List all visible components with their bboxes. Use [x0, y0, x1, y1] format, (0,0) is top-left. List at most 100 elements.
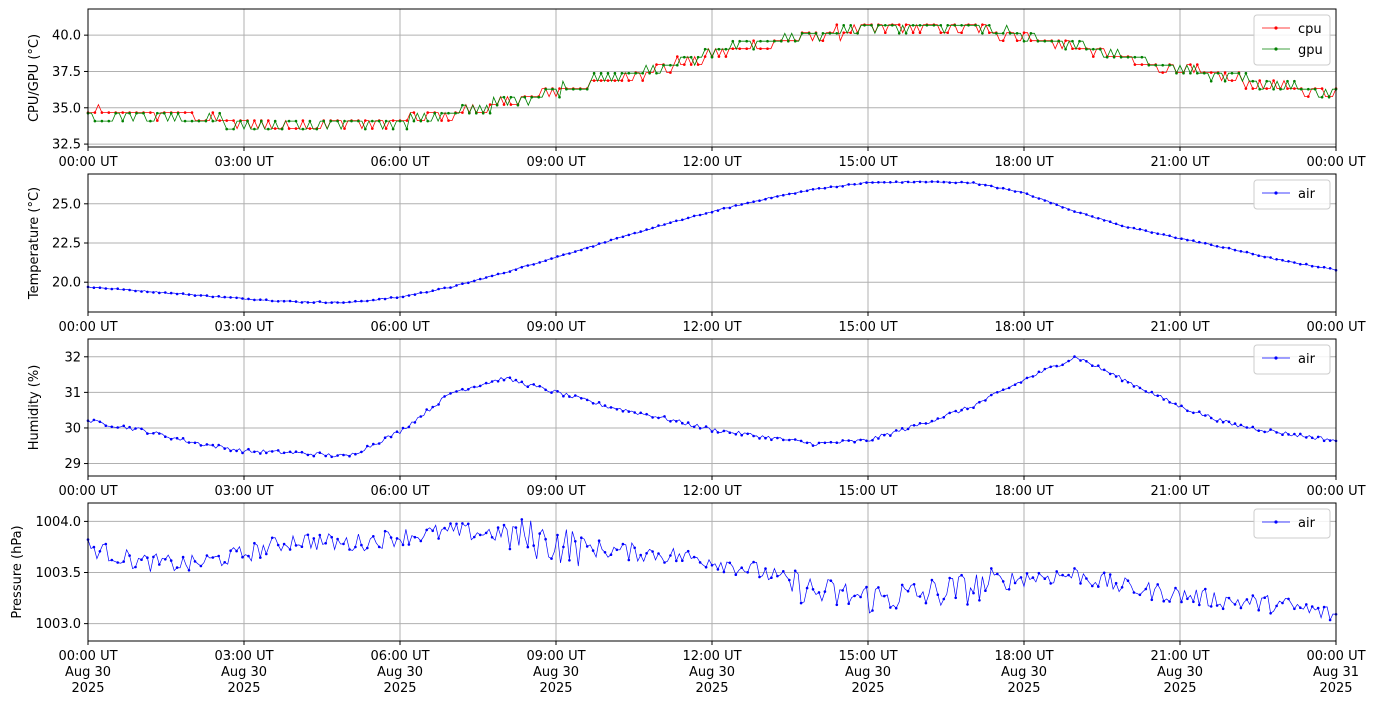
data-point — [782, 193, 785, 197]
data-point — [942, 416, 946, 419]
data-point — [1313, 87, 1317, 91]
data-point — [544, 87, 547, 91]
data-point — [793, 39, 797, 43]
y-tick-label: 35.0 — [52, 101, 81, 116]
data-point — [829, 185, 833, 188]
data-point — [883, 594, 886, 598]
x-tick-label-line: 03:00 UT — [214, 649, 273, 664]
data-point — [389, 435, 393, 439]
data-point — [225, 127, 228, 131]
data-point — [537, 95, 540, 99]
data-point — [1036, 39, 1040, 43]
x-tick-label-line: 21:00 UT — [1150, 484, 1209, 499]
data-point — [538, 261, 541, 264]
data-point — [1126, 226, 1130, 229]
data-point — [223, 295, 226, 299]
data-point — [395, 296, 399, 300]
data-point — [1281, 258, 1284, 262]
x-tick-label: 12:00 UT — [682, 155, 741, 170]
data-point — [1001, 580, 1005, 583]
x-tick-label-line: 12:00 UT — [682, 320, 741, 335]
data-point — [981, 32, 984, 35]
data-point — [1120, 224, 1124, 228]
data-point — [181, 437, 185, 440]
data-point — [407, 294, 411, 297]
data-point — [265, 451, 268, 455]
data-point — [889, 434, 892, 437]
x-tick-label: 12:00 UT — [682, 484, 741, 499]
data-point — [253, 298, 256, 302]
data-point — [366, 299, 369, 303]
data-point — [662, 63, 665, 67]
data-point — [648, 71, 651, 75]
data-point — [488, 103, 492, 106]
data-point — [419, 415, 423, 418]
data-point — [606, 71, 610, 75]
data-point — [294, 544, 298, 547]
data-point — [360, 543, 363, 547]
data-point — [488, 111, 492, 115]
data-point — [835, 32, 839, 35]
data-point — [669, 554, 672, 557]
data-point — [110, 558, 114, 562]
legend-label-air: air — [1298, 516, 1316, 531]
data-point — [580, 248, 583, 252]
x-tick-label: 00:00 UT — [1306, 320, 1365, 335]
data-point — [318, 451, 322, 455]
data-point — [426, 119, 430, 123]
data-point — [805, 586, 809, 590]
data-point — [116, 287, 119, 291]
data-point — [247, 297, 250, 301]
data-point — [716, 431, 720, 434]
x-tick-label: 03:00 UT Aug 30 2025 — [214, 649, 273, 696]
data-point — [360, 450, 363, 454]
data-point — [556, 390, 559, 393]
data-point — [932, 24, 936, 27]
data-point — [1073, 210, 1076, 213]
data-point — [780, 39, 783, 43]
data-point — [745, 39, 748, 43]
data-point — [1293, 607, 1296, 611]
data-point — [520, 265, 524, 269]
data-point — [1132, 226, 1136, 230]
data-point — [585, 545, 589, 548]
data-point — [1174, 402, 1177, 406]
data-point — [405, 119, 409, 122]
x-tick-label: 03:00 UT — [214, 320, 273, 335]
data-point — [164, 435, 167, 439]
data-point — [807, 32, 811, 35]
data-point — [211, 443, 215, 447]
data-point — [906, 427, 910, 431]
x-tick-label-line: 00:00 UT — [58, 484, 117, 499]
data-point — [591, 549, 595, 552]
data-point — [187, 569, 191, 572]
data-point — [1144, 587, 1148, 591]
data-point — [156, 111, 159, 115]
data-point — [134, 565, 137, 569]
data-point — [787, 39, 790, 43]
data-point — [496, 380, 500, 383]
data-point — [1013, 190, 1017, 193]
data-point — [490, 536, 494, 539]
data-point — [239, 119, 242, 123]
data-point — [1269, 428, 1272, 431]
data-point — [613, 79, 617, 82]
data-point — [1227, 246, 1231, 250]
data-point — [1108, 573, 1112, 576]
data-point — [853, 594, 856, 598]
data-point — [265, 552, 268, 556]
data-point — [294, 300, 298, 303]
data-point — [1204, 241, 1207, 245]
data-point — [114, 111, 117, 115]
data-point — [329, 119, 333, 123]
y-tick-label: 40.0 — [52, 29, 81, 44]
data-point — [1061, 206, 1064, 209]
data-point — [169, 291, 173, 295]
data-point — [425, 408, 429, 411]
data-point — [343, 127, 346, 130]
data-point — [550, 257, 553, 260]
data-point — [946, 24, 949, 27]
x-tick-label-line: 2025 — [1319, 681, 1352, 696]
data-point — [1067, 573, 1070, 577]
x-tick-label-line: 12:00 UT — [682, 484, 741, 499]
